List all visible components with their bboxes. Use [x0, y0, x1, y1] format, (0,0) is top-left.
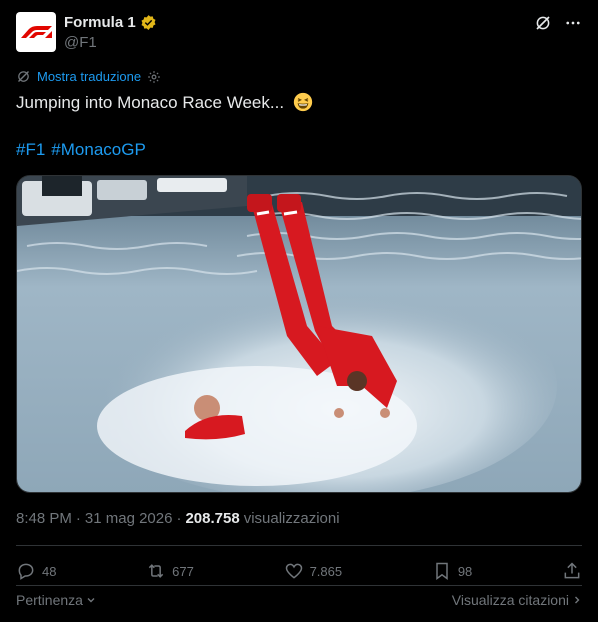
translate-row[interactable]: Mostra traduzione: [16, 69, 161, 84]
diving-photo: [17, 176, 581, 492]
author-handle[interactable]: @F1: [64, 34, 97, 51]
share-button[interactable]: [562, 561, 582, 581]
hashtag-f1[interactable]: #F1: [16, 140, 45, 160]
tweet-time[interactable]: 8:48 PM: [16, 510, 72, 527]
reply-icon: [18, 563, 34, 580]
bookmark-count: 98: [457, 563, 473, 579]
meta-separator: ·: [176, 510, 182, 527]
gear-icon[interactable]: [147, 70, 161, 84]
bookmark-icon: [436, 562, 448, 580]
tweet-media-image[interactable]: [16, 175, 582, 493]
tweet-actions: 48 677 7.865 98: [16, 558, 582, 584]
chevron-right-icon: [575, 596, 580, 604]
chevron-down-icon: [87, 598, 95, 603]
like-count: 7.865: [309, 563, 343, 579]
meta-separator: ·: [75, 510, 81, 527]
hashtags: #F1 #MonacoGP: [16, 140, 146, 160]
replies-footer: Pertinenza Visualizza citazioni: [16, 592, 582, 608]
show-translation-link[interactable]: Mostra traduzione: [37, 69, 141, 84]
author-display-name[interactable]: Formula 1: [64, 14, 136, 31]
bookmark-button[interactable]: 98: [432, 561, 472, 581]
repost-button[interactable]: 677: [146, 561, 194, 581]
tweet-text: Jumping into Monaco Race Week...: [16, 92, 313, 114]
divider: [16, 545, 582, 546]
share-icon: [564, 562, 580, 579]
divider: [16, 585, 582, 586]
like-button[interactable]: 7.865: [284, 561, 343, 581]
tweet-header: Formula 1 @F1: [16, 12, 582, 54]
grok-icon[interactable]: [534, 14, 552, 32]
heart-icon: [285, 563, 302, 579]
tweet-body: Jumping into Monaco Race Week...: [16, 93, 285, 112]
views-label: visualizzazioni: [243, 510, 340, 527]
tweet-meta: 8:48 PM · 31 mag 2026 · 208.758 visualiz…: [16, 510, 340, 527]
reply-button[interactable]: 48: [16, 561, 56, 581]
reply-count: 48: [42, 563, 57, 579]
repost-count: 677: [172, 563, 194, 579]
tweet-date[interactable]: 31 mag 2026: [85, 510, 173, 527]
view-quotes-link[interactable]: Visualizza citazioni: [452, 592, 582, 608]
views-count: 208.758: [185, 510, 240, 527]
sort-label: Pertinenza: [16, 592, 83, 608]
view-quotes-label: Visualizza citazioni: [451, 592, 569, 608]
avatar[interactable]: [16, 12, 56, 52]
verified-gold-badge-icon: [141, 15, 156, 30]
grinning-squinting-face-icon: [293, 92, 312, 112]
hashtag-monacogp[interactable]: #MonacoGP: [51, 140, 146, 160]
more-dots-icon[interactable]: [564, 14, 582, 32]
repost-icon: [148, 564, 164, 578]
grok-icon: [18, 71, 29, 82]
sort-relevance-dropdown[interactable]: Pertinenza: [16, 592, 96, 608]
f1-logo-icon: [21, 26, 52, 38]
